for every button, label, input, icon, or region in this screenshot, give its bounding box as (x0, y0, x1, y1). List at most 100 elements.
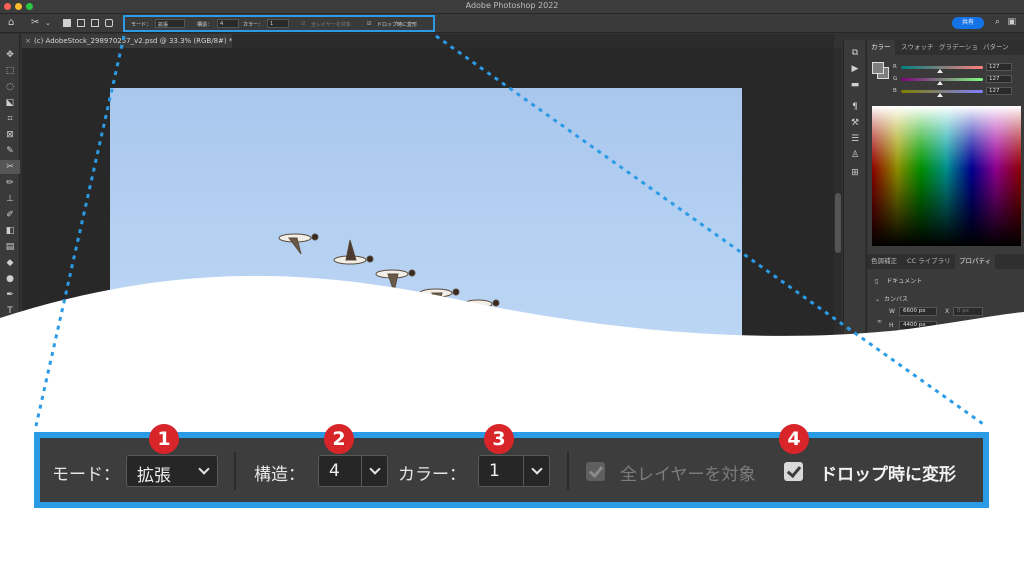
document-row: ▯ ドキュメント (875, 276, 922, 285)
lasso-tool-icon[interactable]: ◌ (0, 80, 20, 94)
marquee-tool-icon[interactable]: ⬚ (0, 64, 20, 78)
stamp-tool-icon[interactable]: ⊥ (0, 192, 20, 206)
callout-badge-1: 1 (149, 424, 179, 454)
workspace-icon[interactable]: ▣ (1007, 17, 1016, 27)
home-icon[interactable]: ⌂ (8, 17, 14, 29)
adjust-sliders-icon[interactable]: ☰ (844, 134, 866, 144)
brush-tool-icon[interactable]: ✏ (0, 176, 20, 190)
properties-panel-tabs: 色調補正 CC ライブラリ プロパティ (867, 254, 1024, 269)
comments-panel-icon[interactable]: ▬ (844, 80, 866, 90)
zoom-transform-on-drop-checkbox[interactable] (784, 462, 803, 481)
zoom-all-layers-checkbox[interactable] (586, 462, 605, 481)
actions-panel-icon[interactable]: ▶ (844, 64, 866, 74)
eraser-tool-icon[interactable]: ◧ (0, 224, 20, 238)
width-field[interactable]: 6600 px (899, 307, 937, 316)
blue-slider-knob[interactable] (937, 93, 943, 97)
tab-properties[interactable]: プロパティ (955, 254, 996, 269)
right-panel: カラー スウォッチ グラデーショ パターン R 127 G 127 B 127 (866, 40, 1024, 340)
history-panel-icon[interactable]: ⧉ (844, 48, 866, 58)
tab-adjustments[interactable]: 色調補正 (867, 254, 901, 269)
link-icon[interactable]: ∞ (877, 318, 882, 325)
flying-ducks-image (278, 233, 500, 309)
green-value[interactable]: 127 (986, 75, 1012, 83)
chevron-down-icon[interactable] (361, 456, 387, 486)
x-field[interactable]: 0 px (953, 307, 983, 316)
document-tab[interactable]: × (c) AdobeStock_298970257_v2.psd @ 33.3… (22, 34, 232, 48)
crop-tool-icon[interactable]: ⌗ (0, 112, 20, 126)
tab-cc-libraries[interactable]: CC ライブラリ (903, 254, 955, 269)
blue-label: B (893, 88, 897, 94)
share-button[interactable]: 共有 (952, 17, 984, 29)
canvas-section-label: カンバス (883, 296, 908, 303)
zoom-color-select[interactable]: 1 (478, 455, 550, 487)
duck-5 (463, 299, 500, 309)
callout-badge-3: 3 (484, 424, 514, 454)
search-icon[interactable]: ⌕ (995, 17, 1000, 27)
content-aware-move-tool-icon[interactable]: ✂ (31, 17, 39, 29)
add-selection-icon[interactable] (77, 19, 85, 27)
collapsed-panel-icons: ⧉ ▶ ▬ ¶ ⚒ ☰ ♙ ⊞ (843, 40, 865, 340)
tab-color[interactable]: カラー (867, 40, 895, 55)
tab-swatches[interactable]: スウォッチ (897, 40, 938, 55)
tab-patterns[interactable]: パターン (979, 40, 1013, 55)
mode-select[interactable]: 拡張 (155, 19, 185, 28)
clone-source-icon[interactable]: ♙ (844, 150, 866, 160)
red-label: R (893, 64, 897, 70)
gradient-tool-icon[interactable]: ▤ (0, 240, 20, 254)
height-field[interactable]: 4400 px (899, 321, 937, 330)
path-selection-tool-icon[interactable]: ➤ (0, 320, 20, 334)
zoom-structure-select[interactable]: 4 (318, 455, 388, 487)
history-brush-icon[interactable]: ✐ (0, 208, 20, 222)
blue-value[interactable]: 127 (986, 87, 1012, 95)
frame-tool-icon[interactable]: ⊠ (0, 128, 20, 142)
red-slider-knob[interactable] (937, 69, 943, 73)
eyedropper-tool-icon[interactable]: ✎ (0, 144, 20, 158)
duck-3 (375, 269, 416, 294)
dodge-tool-icon[interactable]: ● (0, 272, 20, 286)
type-tool-icon[interactable]: T (0, 304, 20, 318)
transform-on-drop-label: ドロップ時に変形 (377, 22, 418, 28)
foreground-color-swatch[interactable] (872, 62, 884, 74)
window-title: Adobe Photoshop 2022 (465, 1, 559, 10)
document-tab-bar: × (c) AdobeStock_298970257_v2.psd @ 33.3… (22, 34, 834, 48)
paragraph-panel-icon[interactable]: ¶ (844, 102, 866, 112)
scrollbar-thumb[interactable] (835, 193, 841, 253)
green-slider-knob[interactable] (937, 81, 943, 85)
blue-slider-row: B 127 (893, 87, 1023, 98)
move-tool-icon[interactable]: ✥ (0, 48, 20, 62)
vertical-scrollbar[interactable] (834, 48, 842, 340)
brush-settings-icon[interactable]: ⚒ (844, 118, 866, 128)
chevron-down-icon[interactable] (523, 456, 549, 486)
color-panel-tabs: カラー スウォッチ グラデーショ パターン (867, 40, 1024, 55)
callout-badge-4: 4 (779, 424, 809, 454)
transform-on-drop-checkbox[interactable]: ☑ (367, 21, 371, 27)
document-canvas[interactable] (110, 88, 742, 340)
zoom-mode-value: 拡張 (137, 466, 171, 486)
close-tab-icon[interactable]: × (25, 34, 31, 48)
color-spectrum-picker[interactable] (872, 106, 1021, 246)
character-panel-icon[interactable]: ⊞ (844, 168, 866, 178)
color-select[interactable]: 1 (267, 19, 289, 28)
all-layers-checkbox[interactable]: ☑ (301, 21, 305, 27)
new-selection-icon[interactable] (63, 19, 71, 27)
content-aware-move-tool-icon[interactable]: ✂ (0, 160, 20, 174)
zoom-mode-select[interactable]: 拡張 (126, 455, 218, 487)
chevron-down-icon[interactable]: ⌄ (875, 296, 880, 303)
tab-gradients[interactable]: グラデーショ (935, 40, 982, 55)
chevron-down-icon (191, 456, 217, 486)
red-slider-row: R 127 (893, 63, 1023, 74)
subtract-selection-icon[interactable] (91, 19, 99, 27)
red-value[interactable]: 127 (986, 63, 1012, 71)
green-slider-row: G 127 (893, 75, 1023, 86)
structure-select[interactable]: 4 (217, 19, 239, 28)
pen-tool-icon[interactable]: ✒ (0, 288, 20, 302)
intersect-selection-icon[interactable] (105, 19, 113, 27)
tool-preset-chevron-icon[interactable]: ⌄ (45, 17, 51, 29)
object-selection-tool-icon[interactable]: ⬕ (0, 96, 20, 110)
structure-value: 4 (220, 21, 224, 27)
zoom-structure-label: 構造： (254, 465, 305, 485)
structure-label: 構造： (197, 22, 213, 28)
duck-1 (278, 233, 319, 255)
green-label: G (893, 76, 898, 82)
blur-tool-icon[interactable]: ◆ (0, 256, 20, 270)
